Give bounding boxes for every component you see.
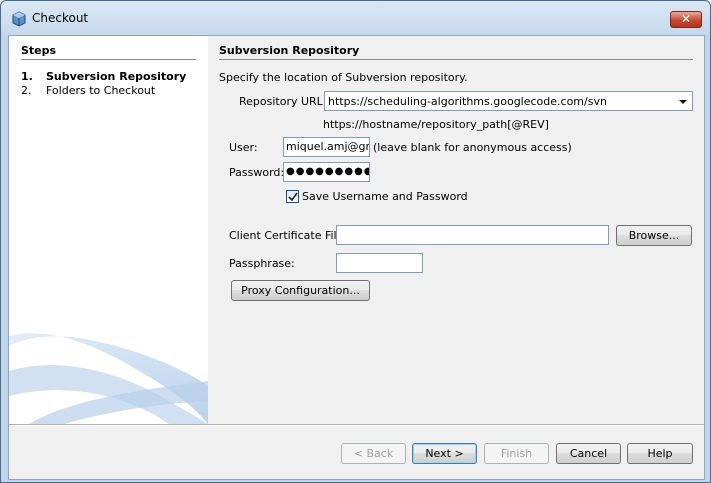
- decorative-swoosh-graphic: [9, 333, 208, 424]
- dialog-body: Steps 1. Subversion Repository 2. Folders …: [8, 35, 705, 480]
- window-title: Checkout: [32, 11, 89, 25]
- title-bar[interactable]: Checkout ✕: [1, 1, 710, 35]
- client-certificate-field[interactable]: [336, 225, 609, 245]
- back-button[interactable]: < Back: [341, 443, 406, 464]
- step-item-subversion-repository: 1. Subversion Repository: [21, 70, 186, 83]
- main-panel: Subversion Repository Specify the locati…: [208, 36, 704, 424]
- save-credentials-label[interactable]: Save Username and Password: [302, 190, 468, 203]
- user-hint: (leave blank for anonymous access): [373, 141, 572, 154]
- repository-url-combobox[interactable]: https://scheduling-algorithms.googlecode…: [324, 91, 693, 111]
- finish-button[interactable]: Finish: [484, 443, 549, 464]
- user-label: User:: [229, 141, 258, 154]
- passphrase-label: Passphrase:: [229, 257, 295, 270]
- app-icon: [11, 11, 27, 27]
- save-credentials-checkbox[interactable]: [286, 190, 299, 203]
- password-field[interactable]: ●●●●●●●●●●●●●: [283, 162, 370, 182]
- close-button[interactable]: ✕: [670, 11, 702, 28]
- client-certificate-label: Client Certificate File:: [229, 229, 348, 242]
- panel-title: Subversion Repository: [219, 44, 360, 57]
- chevron-down-icon[interactable]: [679, 100, 687, 104]
- steps-title: Steps: [21, 44, 57, 57]
- step-number: 2.: [21, 84, 32, 97]
- step-item-folders-to-checkout: 2. Folders to Checkout: [21, 84, 155, 97]
- proxy-configuration-button[interactable]: Proxy Configuration...: [231, 280, 370, 301]
- browse-button[interactable]: Browse...: [616, 225, 692, 246]
- step-label: Folders to Checkout: [46, 84, 156, 97]
- passphrase-field[interactable]: [336, 253, 423, 273]
- repository-url-label: Repository URL:: [239, 95, 327, 108]
- panel-divider: [219, 59, 693, 60]
- footer-divider-highlight: [9, 425, 704, 426]
- help-button[interactable]: Help: [627, 443, 693, 464]
- next-button[interactable]: Next >: [412, 443, 477, 464]
- password-label: Password:: [229, 166, 285, 179]
- panel-description: Specify the location of Subversion repos…: [219, 71, 468, 84]
- steps-pane: Steps 1. Subversion Repository 2. Folders …: [9, 36, 208, 424]
- checkmark-icon: [288, 192, 298, 202]
- step-number: 1.: [21, 70, 33, 83]
- checkout-dialog: Checkout ✕ Steps 1. Subversion Repository…: [0, 0, 711, 483]
- repository-url-value: https://scheduling-algorithms.googlecode…: [328, 95, 607, 108]
- step-label: Subversion Repository: [46, 70, 187, 83]
- steps-divider: [21, 59, 196, 60]
- user-field[interactable]: miquel.amj@gma: [283, 137, 370, 157]
- cancel-button[interactable]: Cancel: [556, 443, 621, 464]
- repository-url-hint: https://hostname/repository_path[@REV]: [323, 118, 549, 131]
